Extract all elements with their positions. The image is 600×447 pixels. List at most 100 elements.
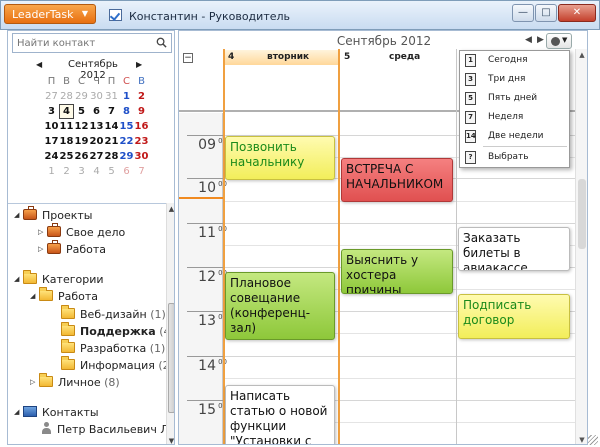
mini-calendar-day[interactable]: 12 bbox=[74, 119, 89, 134]
tree-item-support[interactable]: Поддержка (4) bbox=[61, 322, 174, 339]
view-select-button[interactable]: ▼ bbox=[546, 33, 572, 49]
tree-item-development[interactable]: Разработка (1) bbox=[61, 339, 165, 356]
mini-calendar-day[interactable]: 2 bbox=[134, 89, 149, 104]
mini-calendar-day[interactable]: 2 bbox=[59, 164, 74, 179]
scroll-up-icon[interactable]: ▲ bbox=[167, 205, 174, 213]
mini-calendar-day[interactable]: 27 bbox=[89, 149, 104, 164]
scrollbar-thumb[interactable] bbox=[168, 303, 174, 413]
mini-calendar-day[interactable]: 31 bbox=[104, 89, 119, 104]
mini-calendar-day[interactable]: 26 bbox=[74, 149, 89, 164]
tree-item-contacts[interactable]: ◢ Контакты bbox=[14, 405, 99, 420]
mini-calendar-day[interactable]: 25 bbox=[59, 149, 74, 164]
mini-calendar-day[interactable]: 6 bbox=[89, 104, 104, 119]
mini-calendar-day[interactable]: 3 bbox=[74, 164, 89, 179]
mini-calendar-day[interactable]: 28 bbox=[104, 149, 119, 164]
mini-calendar-day[interactable]: 4 bbox=[89, 164, 104, 179]
tree-item-personal[interactable]: ▷ Личное (8) bbox=[30, 373, 120, 390]
expand-triangle-icon[interactable]: ▷ bbox=[38, 242, 47, 257]
menu-item-three-days[interactable]: 3 Три дня bbox=[460, 70, 571, 89]
collapse-triangle-icon[interactable]: ◢ bbox=[14, 405, 23, 420]
event-title: Выяснить у хостера причины bbox=[346, 253, 419, 294]
weekday-label: П bbox=[107, 76, 116, 87]
menu-item-two-weeks[interactable]: 14 Две недели bbox=[460, 127, 571, 146]
tree-item-count: (1) bbox=[150, 308, 166, 321]
tree-item-information[interactable]: Информация (2) bbox=[61, 356, 174, 373]
collapse-triangle-icon[interactable]: ◢ bbox=[30, 289, 39, 304]
event-title: Подписать договор bbox=[463, 298, 532, 327]
briefcase-icon bbox=[23, 206, 37, 220]
mini-calendar-day[interactable]: 7 bbox=[134, 164, 149, 179]
mini-calendar-day[interactable]: 10 bbox=[44, 119, 59, 134]
event-book-tickets[interactable]: Заказать билеты в авиакассе bbox=[458, 227, 570, 271]
scrollbar-thumb[interactable] bbox=[578, 179, 586, 249]
resize-grip-icon[interactable] bbox=[588, 435, 598, 445]
mini-calendar-day[interactable]: 5 bbox=[74, 104, 89, 119]
scroll-up-icon[interactable]: ▲ bbox=[576, 51, 587, 59]
mini-calendar-today[interactable]: 4 bbox=[59, 104, 74, 119]
mini-calendar-day[interactable]: 9 bbox=[134, 104, 149, 119]
mini-calendar-day[interactable]: 8 bbox=[119, 104, 134, 119]
mini-calendar-day[interactable]: 14 bbox=[104, 119, 119, 134]
menu-item-choose[interactable]: ? Выбрать bbox=[460, 148, 571, 167]
menu-item-week[interactable]: 7 Неделя bbox=[460, 108, 571, 127]
menu-item-five-days[interactable]: 5 Пять дней bbox=[460, 89, 571, 108]
scroll-down-icon[interactable]: ▼ bbox=[167, 437, 174, 444]
mini-calendar-day[interactable]: 18 bbox=[59, 134, 74, 149]
tree-item-projects[interactable]: ◢ Проекты bbox=[14, 206, 93, 223]
mini-calendar-day[interactable]: 30 bbox=[89, 89, 104, 104]
tree-item-own-business[interactable]: ▷ Свое дело bbox=[38, 223, 125, 240]
search-input[interactable] bbox=[13, 34, 153, 52]
mini-calendar-day[interactable]: 16 bbox=[134, 119, 149, 134]
app-menu-button[interactable]: LeaderTask ▼ bbox=[4, 4, 96, 24]
mini-calendar-day[interactable]: 21 bbox=[104, 134, 119, 149]
event-sign-contract[interactable]: Подписать договор bbox=[458, 294, 570, 339]
scroll-down-icon[interactable]: ▼ bbox=[576, 436, 587, 444]
mini-calendar-day[interactable]: 5 bbox=[104, 164, 119, 179]
mini-calendar-day[interactable]: 30 bbox=[134, 149, 149, 164]
minimize-button[interactable]: — bbox=[512, 4, 534, 22]
collapse-all-day-button[interactable]: − bbox=[183, 53, 193, 63]
mini-calendar-day[interactable]: 1 bbox=[119, 89, 134, 104]
mini-calendar-day[interactable]: 23 bbox=[134, 134, 149, 149]
event-planning-meeting[interactable]: Плановое совещание (конференц-зал) bbox=[225, 272, 335, 340]
tree-item-work-project[interactable]: ▷ Работа bbox=[38, 240, 106, 257]
mini-calendar-day[interactable]: 1 bbox=[44, 164, 59, 179]
search-icon[interactable] bbox=[156, 37, 167, 48]
hour-label-15: 15 00 bbox=[187, 400, 227, 418]
mini-calendar-day[interactable]: 29 bbox=[74, 89, 89, 104]
tree-item-web-design[interactable]: Веб-дизайн (1) bbox=[61, 305, 166, 322]
mini-calendar-day[interactable]: 11 bbox=[59, 119, 74, 134]
mini-calendar-next-icon[interactable]: ▶ bbox=[136, 60, 142, 69]
event-call-boss[interactable]: Позвонить начальнику bbox=[225, 136, 335, 180]
day-header-wednesday[interactable]: 5 среда bbox=[341, 50, 457, 65]
menu-item-today[interactable]: 1 Сегодня bbox=[460, 51, 571, 70]
collapse-triangle-icon[interactable]: ◢ bbox=[14, 208, 23, 223]
mini-calendar-day[interactable]: 15 bbox=[119, 119, 134, 134]
mini-calendar-day[interactable]: 19 bbox=[74, 134, 89, 149]
maximize-button[interactable]: □ bbox=[535, 4, 557, 22]
tree-item-work-category[interactable]: ◢ Работа bbox=[30, 287, 98, 304]
mini-calendar-day[interactable]: 24 bbox=[44, 149, 59, 164]
mini-calendar-day[interactable]: 17 bbox=[44, 134, 59, 149]
calendar-scrollbar[interactable]: ▲ ▼ bbox=[575, 49, 587, 444]
event-meeting-boss[interactable]: ВСТРЕЧА С НАЧАЛЬНИКОМ bbox=[341, 158, 453, 202]
tree-item-categories[interactable]: ◢ Категории bbox=[14, 270, 104, 287]
event-ask-hoster[interactable]: Выяснить у хостера причины bbox=[341, 249, 453, 294]
collapse-triangle-icon[interactable]: ◢ bbox=[14, 272, 23, 287]
expand-triangle-icon[interactable]: ▷ bbox=[30, 375, 39, 390]
mini-calendar-day[interactable]: 22 bbox=[119, 134, 134, 149]
left-scrollbar[interactable]: ▲ ▼ bbox=[166, 203, 174, 444]
mini-calendar-day[interactable]: 20 bbox=[89, 134, 104, 149]
mini-calendar-prev-icon[interactable]: ◀ bbox=[36, 60, 42, 69]
mini-calendar-day[interactable]: 28 bbox=[59, 89, 74, 104]
mini-calendar-day[interactable]: 7 bbox=[104, 104, 119, 119]
mini-calendar-day[interactable]: 29 bbox=[119, 149, 134, 164]
mini-calendar-day[interactable]: 3 bbox=[44, 104, 59, 119]
mini-calendar-day[interactable]: 27 bbox=[44, 89, 59, 104]
tree-item-contact[interactable]: Петр Васильевич Ла bbox=[41, 422, 174, 437]
mini-calendar-day[interactable]: 6 bbox=[119, 164, 134, 179]
event-write-article[interactable]: Написать статью о новой функции "Установ… bbox=[225, 385, 335, 444]
mini-calendar-day[interactable]: 13 bbox=[89, 119, 104, 134]
close-button[interactable]: ✕ bbox=[558, 4, 596, 22]
expand-triangle-icon[interactable]: ▷ bbox=[38, 225, 47, 240]
